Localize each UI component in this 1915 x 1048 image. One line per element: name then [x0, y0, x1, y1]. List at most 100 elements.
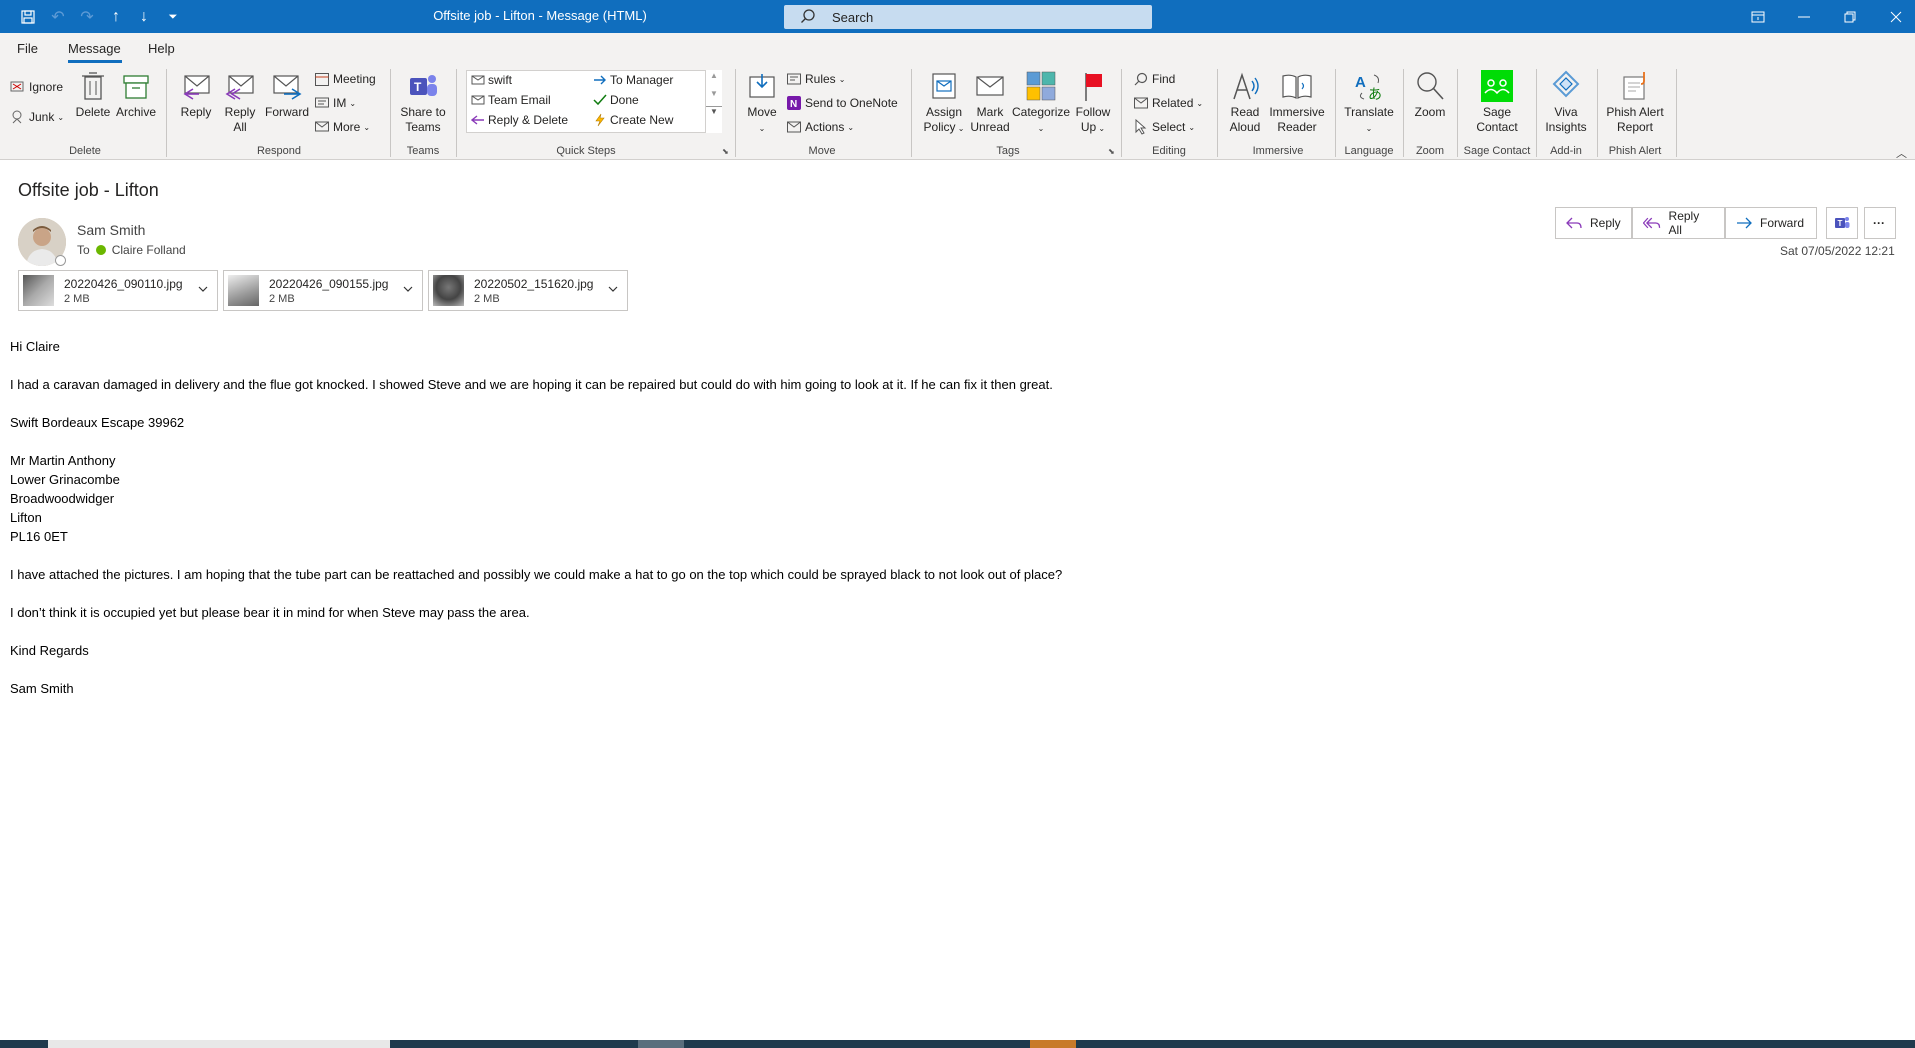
tab-message[interactable]: Message: [68, 41, 121, 56]
read-aloud-button[interactable]: Read Aloud: [1225, 69, 1265, 135]
quick-step-create-new[interactable]: Create New: [593, 113, 673, 127]
teams-icon: T: [410, 75, 437, 96]
reply-all-action-button[interactable]: Reply All: [1632, 207, 1725, 239]
mark-unread-button[interactable]: Mark Unread: [968, 69, 1012, 135]
related-icon: [1134, 97, 1148, 109]
close-button[interactable]: [1873, 0, 1915, 33]
addin-group-label: Add-in: [1550, 145, 1582, 157]
reply-all-button[interactable]: Reply All: [220, 69, 260, 135]
redo-icon[interactable]: ↷: [76, 6, 98, 28]
reply-all-action-label: Reply All: [1668, 209, 1700, 237]
separator: [390, 69, 391, 157]
undo-icon[interactable]: ↶: [47, 6, 69, 28]
quick-step-to-manager[interactable]: To Manager: [593, 73, 673, 87]
quick-step-label: Team Email: [488, 93, 551, 107]
quick-step-done[interactable]: Done: [593, 93, 639, 107]
translate-button[interactable]: Aあ Translate ⌄: [1342, 69, 1396, 136]
collapse-ribbon-icon[interactable]: ︿: [1896, 145, 1907, 161]
junk-label: Junk: [29, 110, 55, 124]
meeting-button[interactable]: Meeting: [314, 71, 376, 87]
archive-button[interactable]: Archive: [114, 69, 158, 120]
immersive-reader-button[interactable]: Immersive Reader: [1268, 69, 1326, 135]
related-button[interactable]: Related ⌄: [1133, 95, 1203, 111]
categorize-button[interactable]: Categorize ⌄: [1012, 69, 1070, 136]
search-icon: [801, 9, 815, 23]
teams-share-button[interactable]: T: [1826, 207, 1858, 239]
ignore-button[interactable]: Ignore: [10, 79, 63, 95]
chevron-down-icon[interactable]: [197, 283, 209, 295]
delete-label: Delete: [75, 105, 111, 119]
attachment-size: 2 MB: [269, 293, 295, 305]
address-line: Lower Grinacombe: [10, 472, 120, 487]
quick-steps-scroll[interactable]: ▲ ▼ ▼: [705, 70, 722, 133]
rules-button[interactable]: Rules ⌄: [786, 71, 845, 87]
delete-button[interactable]: Delete: [74, 69, 112, 120]
select-button[interactable]: Select ⌄: [1133, 119, 1195, 135]
rules-icon: [787, 73, 801, 85]
search-box[interactable]: Search: [784, 5, 1152, 29]
separator: [735, 69, 736, 157]
follow-up-button[interactable]: Follow Up ⌄: [1072, 69, 1114, 136]
send-to-onenote-button[interactable]: N Send to OneNote: [786, 95, 898, 111]
message-datetime: Sat 07/05/2022 12:21: [1780, 244, 1895, 258]
share-to-teams-button[interactable]: T Share to Teams: [400, 69, 446, 135]
attachment-name: 20220502_151620.jpg: [474, 277, 594, 291]
tab-file[interactable]: File: [17, 41, 38, 56]
svg-text:T: T: [1838, 219, 1843, 228]
im-button[interactable]: IM ⌄: [314, 95, 356, 111]
search-placeholder: Search: [832, 10, 874, 25]
attachment-item[interactable]: 20220502_151620.jpg 2 MB: [428, 270, 628, 311]
up-arrow-icon[interactable]: ↑: [105, 6, 127, 28]
zoom-button[interactable]: Zoom: [1410, 69, 1450, 120]
actions-button[interactable]: Actions ⌄: [786, 119, 854, 135]
tags-dialog-launcher[interactable]: ⬊: [1108, 147, 1115, 156]
ribbon-display-options-icon[interactable]: [1735, 0, 1781, 33]
recipient-name[interactable]: Claire Folland: [112, 243, 186, 257]
forward-icon: [1737, 217, 1752, 229]
reply-action-button[interactable]: Reply: [1555, 207, 1632, 239]
chevron-down-icon[interactable]: [402, 283, 414, 295]
attachment-item[interactable]: 20220426_090155.jpg 2 MB: [223, 270, 423, 311]
customize-quick-access-icon[interactable]: ⏷: [162, 6, 184, 28]
recipients-line: To Claire Folland: [77, 243, 186, 257]
more-actions-button[interactable]: ···: [1864, 207, 1896, 239]
minimize-button[interactable]: [1781, 0, 1827, 33]
forward-action-button[interactable]: Forward: [1725, 207, 1817, 239]
quick-step-reply-delete[interactable]: Reply & Delete: [471, 113, 568, 127]
address-line: PL16 0ET: [10, 529, 68, 544]
mark-unread-icon: [976, 76, 1004, 96]
quick-step-swift[interactable]: swift: [471, 73, 512, 87]
junk-button[interactable]: Junk ⌄: [10, 109, 64, 125]
restore-button[interactable]: [1827, 0, 1873, 33]
quick-step-label: Reply & Delete: [488, 113, 569, 127]
assign-policy-label-1: Assign: [925, 105, 963, 119]
teams-group-label: Teams: [406, 145, 440, 157]
sender-name[interactable]: Sam Smith: [77, 222, 145, 238]
more-respond-button[interactable]: More ⌄: [314, 119, 370, 135]
reply-all-icon: [1643, 217, 1661, 229]
share-teams-label-1: Share to: [400, 105, 446, 119]
address-line: Mr Martin Anthony: [10, 453, 116, 468]
save-icon[interactable]: [17, 6, 39, 28]
separator: [1121, 69, 1122, 157]
rules-label: Rules: [805, 72, 836, 86]
chevron-down-icon[interactable]: [607, 283, 619, 295]
tab-help[interactable]: Help: [148, 41, 175, 56]
forward-action-label: Forward: [1760, 216, 1805, 230]
quick-step-team-email[interactable]: Team Email: [471, 93, 551, 107]
sage-contact-button[interactable]: Sage Contact: [1466, 69, 1528, 135]
sage-label-2: Contact: [1476, 120, 1518, 134]
attachment-item[interactable]: 20220426_090110.jpg 2 MB: [18, 270, 218, 311]
viva-insights-button[interactable]: Viva Insights: [1543, 69, 1589, 135]
find-button[interactable]: Find: [1133, 71, 1175, 87]
down-arrow-icon[interactable]: ↓: [133, 6, 155, 28]
quick-steps-dialog-launcher[interactable]: ⬊: [722, 147, 729, 156]
message-body: Hi Claire I had a caravan damaged in del…: [10, 337, 1890, 717]
assign-policy-button[interactable]: Assign Policy ⌄: [920, 69, 968, 136]
attachment-thumbnail: [433, 275, 464, 306]
phish-alert-report-button[interactable]: Phish Alert Report: [1603, 69, 1667, 135]
move-button[interactable]: Move ⌄: [742, 69, 782, 136]
forward-button[interactable]: Forward: [264, 69, 310, 120]
reply-button[interactable]: Reply: [178, 69, 214, 120]
read-aloud-label-2: Aloud: [1229, 120, 1261, 134]
